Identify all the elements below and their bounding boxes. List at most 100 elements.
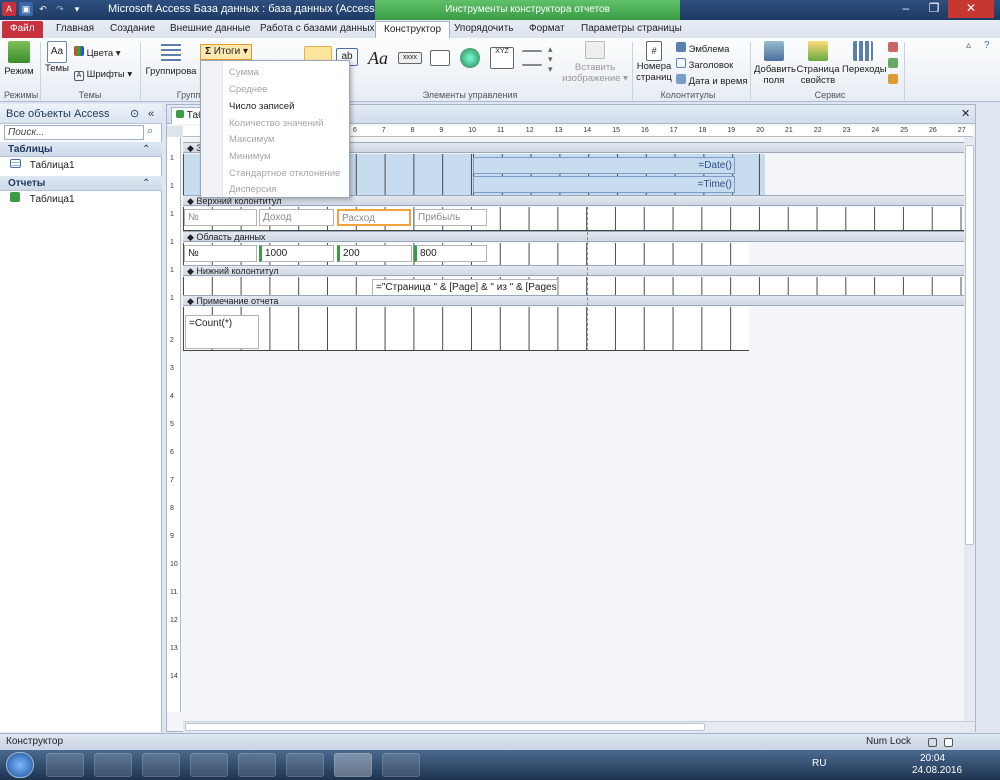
add-fields-button[interactable]: Добавить поля bbox=[754, 41, 796, 86]
tab-design[interactable]: Конструктор bbox=[375, 21, 451, 38]
tab-order-button[interactable]: Переходы bbox=[842, 41, 887, 75]
insert-image-button[interactable]: Вставить изображение ▾ bbox=[562, 41, 628, 84]
section-bar-page-footer[interactable]: ◆ Нижний колонтитул bbox=[183, 265, 973, 276]
tab-format[interactable]: Формат bbox=[521, 21, 573, 38]
subreport-icon[interactable] bbox=[888, 42, 898, 52]
property-sheet-button[interactable]: Страница свойств bbox=[796, 41, 840, 86]
field-expense[interactable]: 200 bbox=[337, 245, 412, 262]
label-profit[interactable]: Прибыль bbox=[414, 209, 487, 226]
ruler-tick-label: 9 bbox=[439, 127, 444, 134]
menu-item-stdev[interactable]: Стандартное отклонение bbox=[229, 168, 340, 179]
menu-item-average[interactable]: Среднее bbox=[229, 84, 268, 95]
help-icon[interactable]: ? bbox=[984, 40, 990, 51]
collapse-section-icon[interactable]: ⌃ bbox=[142, 176, 150, 191]
count-field[interactable]: =Count(*) bbox=[185, 315, 259, 349]
insert-page-break-icon[interactable] bbox=[522, 50, 542, 66]
chrome-icon[interactable] bbox=[190, 753, 228, 777]
close-button[interactable]: ✕ bbox=[948, 0, 994, 18]
internet-explorer-icon[interactable] bbox=[46, 753, 84, 777]
search-icon[interactable]: ⌕ bbox=[147, 125, 153, 138]
menu-item-sum[interactable]: Сумма bbox=[229, 67, 259, 78]
collapse-nav-icon[interactable]: « bbox=[148, 104, 154, 124]
nav-dropdown-icon[interactable]: ⊙ bbox=[130, 104, 139, 124]
tab-arrange[interactable]: Упорядочить bbox=[446, 21, 522, 38]
save-icon[interactable]: ▣ bbox=[19, 2, 33, 16]
skype-icon[interactable] bbox=[238, 753, 276, 777]
nav-item-table1[interactable]: Таблица1 bbox=[10, 159, 75, 173]
label-number[interactable]: № bbox=[184, 209, 257, 226]
option-group-tool-icon[interactable]: XYZ bbox=[490, 47, 514, 69]
collapse-section-icon[interactable]: ⌃ bbox=[142, 142, 150, 157]
field-profit[interactable]: 800 bbox=[414, 245, 487, 262]
menu-item-max[interactable]: Максимум bbox=[229, 134, 274, 145]
nav-item-report-table1[interactable]: Таблица1 bbox=[10, 192, 75, 207]
menu-item-variance[interactable]: Дисперсия bbox=[229, 184, 276, 195]
page-number-icon: # bbox=[646, 41, 662, 61]
report-footer-section[interactable] bbox=[183, 307, 749, 351]
minimize-button[interactable]: – bbox=[892, 0, 920, 18]
tab-external-data[interactable]: Внешние данные bbox=[162, 21, 258, 38]
date-time-button[interactable]: Дата и время bbox=[676, 74, 748, 87]
vertical-scroll-thumb[interactable] bbox=[965, 145, 974, 545]
label-income[interactable]: Доход bbox=[259, 209, 334, 226]
start-button[interactable] bbox=[6, 752, 34, 778]
ruler-tick-label: 20 bbox=[756, 127, 764, 134]
vertical-scrollbar[interactable] bbox=[964, 137, 975, 721]
media-player-icon[interactable] bbox=[142, 753, 180, 777]
section-bar-icon: ◆ bbox=[187, 143, 197, 153]
section-bar-report-footer[interactable]: ◆ Примечание отчета bbox=[183, 295, 973, 306]
grouping-button[interactable]: Группирова bbox=[144, 41, 198, 77]
totals-button[interactable]: Σ Итоги ▾ bbox=[200, 44, 252, 60]
nav-search-input[interactable]: Поиск... bbox=[4, 125, 144, 140]
nav-section-tables[interactable]: Таблицы ⌃ bbox=[0, 142, 162, 157]
tab-file[interactable]: Файл bbox=[2, 21, 43, 38]
page-numbers-button[interactable]: # Номера страниц bbox=[636, 41, 672, 83]
page-number-field[interactable]: ="Страница " & [Page] & " из " & [Pages bbox=[372, 279, 558, 296]
themes-button[interactable]: Aa Темы bbox=[44, 41, 70, 74]
date-field[interactable]: =Date() bbox=[473, 157, 735, 174]
tab-page-setup[interactable]: Параметры страницы bbox=[573, 21, 690, 38]
horizontal-scroll-thumb[interactable] bbox=[185, 723, 705, 731]
tab-create[interactable]: Создание bbox=[102, 21, 163, 38]
maximize-button[interactable]: ❐ bbox=[920, 0, 948, 18]
time-field[interactable]: =Time() bbox=[473, 176, 735, 193]
close-document-icon[interactable]: ✕ bbox=[961, 107, 970, 120]
nav-section-reports[interactable]: Отчеты ⌃ bbox=[0, 176, 162, 191]
minimize-ribbon-icon[interactable]: ▵ bbox=[966, 40, 971, 51]
hyperlink-tool-icon[interactable] bbox=[460, 48, 480, 68]
clock-date[interactable]: 24.08.2016 bbox=[912, 765, 962, 776]
undo-icon[interactable]: ↶ bbox=[36, 2, 50, 16]
menu-item-count-records[interactable]: Число записей bbox=[229, 101, 294, 112]
fonts-button[interactable]: A Шрифты ▾ bbox=[74, 69, 132, 81]
redo-icon[interactable]: ↷ bbox=[53, 2, 67, 16]
tab-control-tool-icon[interactable] bbox=[430, 50, 450, 66]
view-code-icon[interactable] bbox=[888, 58, 898, 68]
horizontal-scrollbar[interactable] bbox=[183, 721, 975, 732]
view-mode-button[interactable]: Режим bbox=[4, 41, 34, 77]
convert-macros-icon[interactable] bbox=[888, 74, 898, 84]
logo-button[interactable]: Эмблема bbox=[676, 42, 729, 55]
menu-item-count-values[interactable]: Количество значений bbox=[229, 118, 323, 129]
colors-button[interactable]: Цвета ▾ bbox=[74, 46, 121, 59]
layout-view-icon[interactable] bbox=[928, 738, 937, 747]
title-button[interactable]: Заголовок bbox=[676, 58, 733, 71]
language-indicator[interactable]: RU bbox=[812, 758, 826, 769]
section-bar-detail[interactable]: ◆ Область данных bbox=[183, 231, 973, 242]
visual-studio-icon[interactable] bbox=[286, 753, 324, 777]
button-tool-icon[interactable]: xxxx bbox=[398, 52, 422, 64]
clock-time[interactable]: 20:04 bbox=[920, 753, 945, 764]
tab-database-tools[interactable]: Работа с базами данных bbox=[252, 21, 383, 38]
paint-icon[interactable] bbox=[382, 753, 420, 777]
customize-qat-icon[interactable]: ▾ bbox=[70, 2, 84, 16]
label-expense[interactable]: Расход bbox=[337, 209, 411, 226]
label-tool-icon[interactable]: Aa bbox=[368, 48, 388, 69]
nav-header[interactable]: Все объекты Access ⊙ « bbox=[0, 104, 162, 124]
menu-item-min[interactable]: Минимум bbox=[229, 151, 271, 162]
controls-scroll-icon[interactable]: ▴ ▾ ▾ bbox=[548, 44, 553, 74]
field-number[interactable]: № bbox=[184, 245, 257, 262]
file-explorer-icon[interactable] bbox=[94, 753, 132, 777]
design-view-icon[interactable] bbox=[944, 738, 953, 747]
tab-home[interactable]: Главная bbox=[48, 21, 102, 38]
access-taskbar-icon[interactable] bbox=[334, 753, 372, 777]
field-income[interactable]: 1000 bbox=[259, 245, 334, 262]
